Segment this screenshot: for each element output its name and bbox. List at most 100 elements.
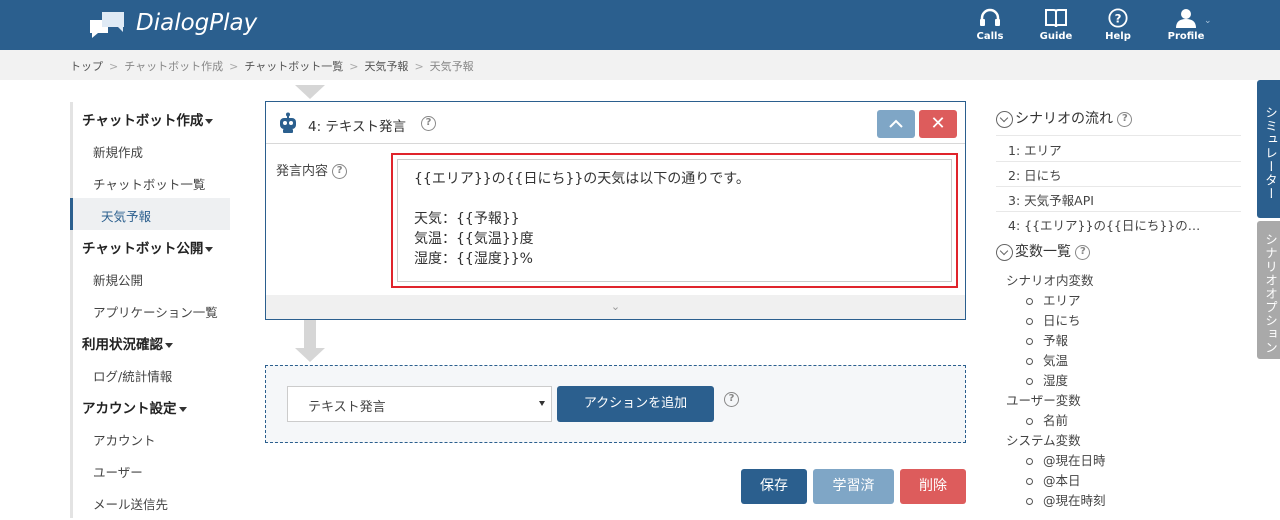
sidebar-item-logs[interactable]: ログ/統計情報	[70, 358, 230, 390]
help-icon[interactable]: ?	[421, 116, 436, 131]
sidebar-section-create[interactable]: チャットボット作成	[70, 102, 230, 134]
help-icon[interactable]: ?	[724, 392, 739, 407]
sidebar-item-app-list[interactable]: アプリケーション一覧	[70, 294, 230, 326]
flow-item-label: 3: 天気予報API	[1008, 193, 1094, 208]
flow-item-label: 2: 日にち	[1008, 168, 1062, 183]
sidebar-section-account[interactable]: アカウント設定	[70, 390, 230, 422]
close-icon: ✕	[930, 113, 946, 134]
sidebar-item-bot-list[interactable]: チャットボット一覧	[70, 166, 230, 198]
learned-button[interactable]: 学習済	[813, 469, 894, 504]
flow-item-api[interactable]: 3: 天気予報API	[1008, 190, 1094, 209]
sidebar-section-usage[interactable]: 利用状況確認	[70, 326, 230, 358]
save-button[interactable]: 保存	[741, 469, 807, 504]
sidebar-section-label: チャットボット公開	[82, 241, 204, 257]
delete-button[interactable]: 削除	[900, 469, 966, 504]
sidebar-item-users[interactable]: ユーザー	[70, 454, 230, 486]
add-action-panel: テキスト発言 アクションを追加 ?	[265, 365, 966, 443]
action-type-select[interactable]: テキスト発言	[287, 386, 552, 422]
breadcrumb-bot[interactable]: 天気予報	[364, 60, 408, 73]
flow-arrow-stem	[304, 320, 316, 350]
calls-label: Calls	[976, 31, 1004, 42]
guide-nav-button[interactable]: Guide	[1028, 8, 1084, 42]
breadcrumb-list[interactable]: チャットボット一覧	[244, 60, 343, 73]
help-icon: ?	[1108, 8, 1128, 28]
var-item[interactable]: @現在時刻	[1026, 490, 1106, 509]
var-item[interactable]: 気温	[1026, 350, 1068, 369]
add-action-button[interactable]: アクションを追加	[557, 386, 714, 422]
guide-label: Guide	[1039, 31, 1073, 42]
flow-item-date[interactable]: 2: 日にち	[1008, 165, 1062, 184]
scenario-options-tab[interactable]: シナリオオプション	[1257, 221, 1280, 359]
help-icon[interactable]: ?	[1117, 111, 1133, 127]
robot-icon	[280, 112, 296, 133]
help-icon[interactable]: ?	[1075, 244, 1091, 260]
collapse-chevron-icon	[996, 243, 1013, 261]
scenario-flow-title: シナリオの流れ	[1015, 111, 1113, 127]
sidebar-section-label: アカウント設定	[82, 401, 177, 417]
var-item[interactable]: 予報	[1026, 330, 1068, 349]
help-label: Help	[1105, 31, 1131, 42]
collapse-chevron-icon	[996, 110, 1013, 128]
help-nav-button[interactable]: ? Help	[1090, 8, 1146, 42]
sidebar-item-account[interactable]: アカウント	[70, 422, 230, 454]
sidebar-item-new[interactable]: 新規作成	[70, 134, 230, 166]
help-icon[interactable]: ?	[332, 164, 348, 179]
profile-chevron-down-icon[interactable]: ⌄	[1204, 16, 1212, 26]
flow-item-text[interactable]: 4: {{エリア}}の{{日にち}}の…	[1008, 215, 1200, 234]
var-group-system: システム変数	[1006, 433, 1081, 448]
chevron-up-icon	[889, 119, 903, 128]
simulator-tab[interactable]: シミュレーター	[1257, 80, 1280, 218]
var-group-user: ユーザー変数	[1006, 393, 1081, 408]
sidebar-item-mail[interactable]: メール送信先	[70, 486, 230, 518]
breadcrumb-create[interactable]: チャットボット作成	[124, 60, 223, 73]
sidebar-item-weather[interactable]: 天気予報	[70, 198, 230, 230]
variables-title: 変数一覧	[1015, 244, 1071, 260]
action-card: 4: テキスト発言 ? ✕ 発言内容 ? {{エリア}}の{{日にち}}の天気は…	[265, 101, 966, 320]
var-item[interactable]: @現在日時	[1026, 450, 1106, 469]
var-group-scenario: シナリオ内変数	[1006, 273, 1094, 288]
sidebar: チャットボット作成 新規作成 チャットボット一覧 天気予報 チャットボット公開 …	[70, 102, 230, 518]
action-card-title: 4: テキスト発言	[308, 119, 407, 135]
action-type-value: テキスト発言	[308, 400, 386, 415]
delete-action-button[interactable]: ✕	[919, 110, 957, 138]
divider	[996, 186, 1241, 187]
flow-arrow-icon	[295, 85, 325, 99]
action-card-body: 発言内容 ? {{エリア}}の{{日にち}}の天気は以下の通りです。 天気：{{…	[266, 145, 965, 295]
utterance-highlight: {{エリア}}の{{日にち}}の天気は以下の通りです。 天気：{{予報}} 気温…	[391, 153, 958, 288]
book-icon	[1045, 9, 1067, 28]
flow-item-area[interactable]: 1: エリア	[1008, 140, 1062, 159]
sidebar-section-publish[interactable]: チャットボット公開	[70, 230, 230, 262]
app-title[interactable]: DialogPlay	[136, 10, 257, 36]
variables-header[interactable]: 変数一覧 ?	[996, 241, 1091, 261]
utterance-label-text: 発言内容	[276, 164, 329, 179]
divider	[996, 135, 1241, 136]
caret-down-icon	[165, 342, 173, 348]
scenario-flow-header[interactable]: シナリオの流れ ?	[996, 108, 1133, 128]
sidebar-section-label: チャットボット作成	[82, 113, 204, 129]
utterance-label: 発言内容 ?	[276, 160, 348, 179]
calls-nav-button[interactable]: Calls	[962, 8, 1018, 42]
caret-down-icon	[205, 246, 214, 252]
user-icon	[1176, 9, 1196, 28]
var-item[interactable]: 湿度	[1026, 370, 1068, 389]
move-up-button[interactable]	[877, 110, 915, 138]
action-card-header: 4: テキスト発言 ? ✕	[266, 102, 965, 144]
chat-bubbles-logo-icon	[90, 12, 124, 38]
svg-text:?: ?	[1115, 12, 1122, 26]
expand-toggle[interactable]: ⌄	[266, 295, 965, 319]
headset-icon	[980, 8, 1000, 26]
var-item[interactable]: エリア	[1026, 290, 1081, 309]
flow-item-label: 1: エリア	[1008, 143, 1062, 158]
flow-arrow-icon	[295, 348, 325, 362]
var-item[interactable]: @本日	[1026, 470, 1081, 489]
var-item[interactable]: 名前	[1026, 410, 1068, 429]
sidebar-section-label: 利用状況確認	[82, 337, 163, 353]
var-item[interactable]: 日にち	[1026, 310, 1081, 329]
caret-down-icon	[178, 406, 187, 412]
sidebar-item-new-publish[interactable]: 新規公開	[70, 262, 230, 294]
divider	[996, 211, 1241, 212]
dropdown-arrow-icon	[539, 401, 545, 406]
top-navbar: DialogPlay Calls Guide ? Help Profile ⌄	[0, 0, 1280, 50]
breadcrumb-top[interactable]: トップ	[70, 60, 103, 73]
utterance-textarea[interactable]: {{エリア}}の{{日にち}}の天気は以下の通りです。 天気：{{予報}} 気温…	[397, 159, 952, 282]
